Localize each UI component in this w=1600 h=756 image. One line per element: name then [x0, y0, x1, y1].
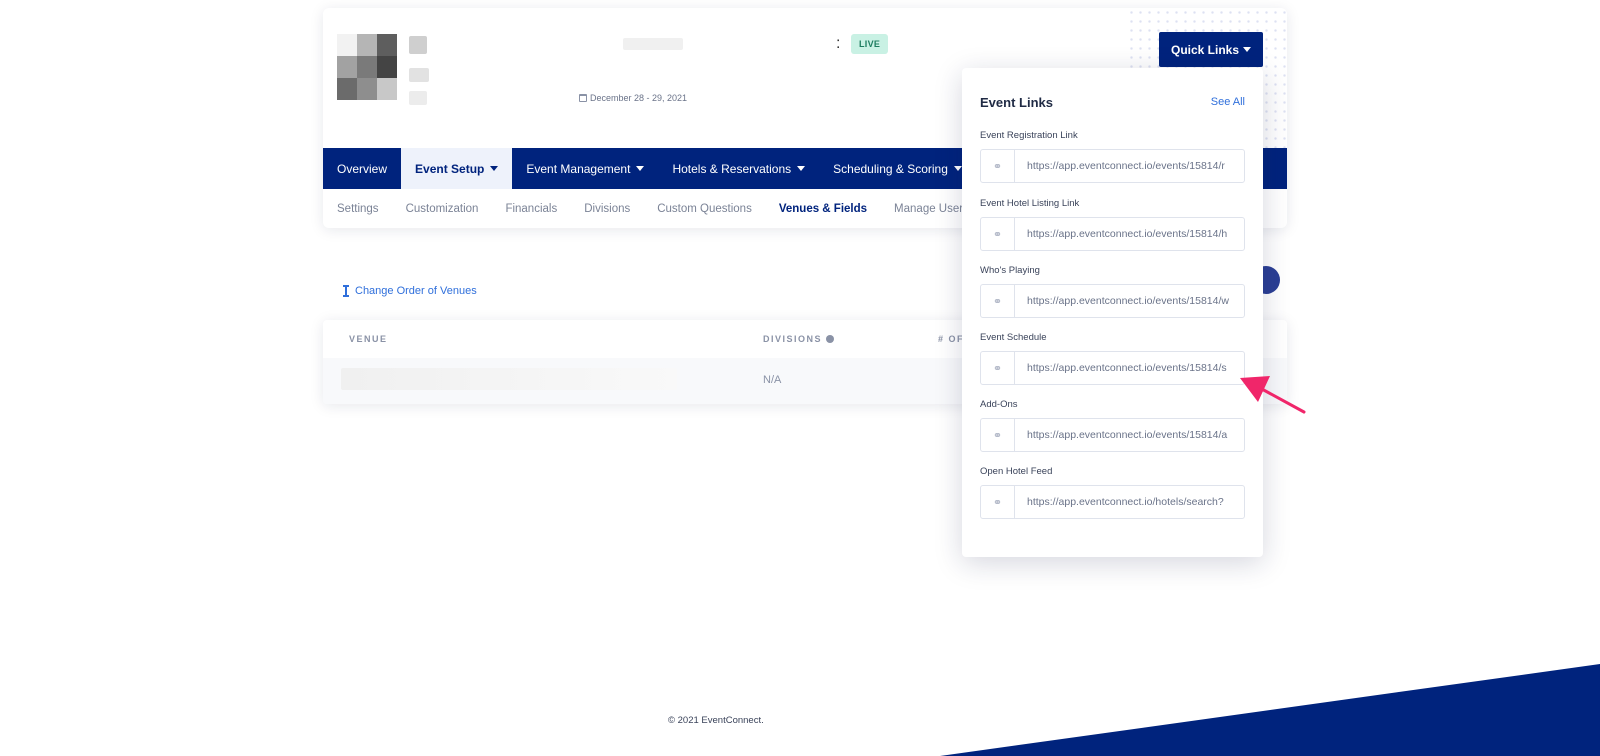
info-icon[interactable] — [826, 335, 835, 343]
event-link-input[interactable] — [1015, 362, 1244, 374]
subnav-item-manage-users[interactable]: Manage Users — [894, 203, 969, 215]
caret-down-icon — [490, 166, 499, 171]
event-link-group: Who's Playing ⚭ — [980, 265, 1245, 318]
event-link-group: Event Schedule ⚭ — [980, 332, 1245, 385]
event-link-label: Add-Ons — [980, 399, 1018, 410]
event-link-group: Event Hotel Listing Link ⚭ — [980, 198, 1245, 251]
count-column-header: # OF — [938, 334, 965, 344]
change-order-venues-link[interactable]: Change Order of Venues — [343, 285, 477, 297]
nav-item-event-setup[interactable]: Event Setup — [401, 148, 513, 189]
subnav-item-divisions[interactable]: Divisions — [584, 203, 630, 215]
event-link-field: ⚭ — [980, 217, 1245, 251]
link-icon[interactable]: ⚭ — [981, 150, 1015, 182]
link-icon[interactable]: ⚭ — [981, 285, 1015, 317]
event-link-field: ⚭ — [980, 418, 1245, 452]
event-links-panel: Event Links See All Event Registration L… — [962, 68, 1263, 557]
divisions-cell: N/A — [763, 374, 782, 386]
redacted-location — [409, 68, 429, 82]
caret-down-icon — [953, 166, 962, 171]
quick-links-button[interactable]: Quick Links — [1159, 32, 1263, 67]
subnav-item-custom-questions[interactable]: Custom Questions — [657, 203, 752, 215]
event-date-text: December 28 - 29, 2021 — [590, 93, 688, 103]
see-all-link[interactable]: See All — [1211, 96, 1245, 108]
link-icon[interactable]: ⚭ — [981, 486, 1015, 518]
caret-down-icon — [636, 166, 645, 171]
nav-item-scheduling-scoring[interactable]: Scheduling & Scoring — [819, 148, 976, 189]
event-logo — [337, 34, 397, 100]
nav-item-label: Event Management — [526, 161, 631, 176]
redacted-venue — [409, 91, 427, 105]
event-link-label: Event Registration Link — [980, 130, 1078, 141]
link-icon[interactable]: ⚭ — [981, 419, 1015, 451]
footer-copyright: © 2021 EventConnect. — [668, 715, 764, 726]
event-link-group: Add-Ons ⚭ — [980, 399, 1245, 452]
quick-links-label: Quick Links — [1170, 42, 1240, 57]
event-date: December 28 - 29, 2021 — [579, 93, 687, 103]
subnav-item-financials[interactable]: Financials — [505, 203, 557, 215]
redacted-venue-name — [341, 368, 677, 390]
link-icon[interactable]: ⚭ — [981, 352, 1015, 384]
event-link-group: Open Hotel Feed ⚭ — [980, 466, 1245, 519]
redacted-event-name — [409, 36, 427, 54]
event-link-group: Event Registration Link ⚭ — [980, 130, 1245, 183]
subnav-item-customization[interactable]: Customization — [406, 203, 479, 215]
caret-down-icon — [1243, 47, 1252, 52]
event-link-label: Who's Playing — [980, 265, 1040, 276]
title-separator: : — [836, 35, 841, 52]
event-link-input[interactable] — [1015, 429, 1244, 441]
calendar-icon — [579, 94, 587, 102]
nav-item-label: Overview — [337, 161, 388, 176]
event-links-title: Event Links — [980, 95, 1053, 110]
change-order-label: Change Order of Venues — [355, 285, 477, 297]
venue-column-header: VENUE — [349, 334, 388, 344]
event-link-field: ⚭ — [980, 485, 1245, 519]
status-badge: LIVE — [851, 34, 889, 54]
nav-item-overview[interactable]: Overview — [323, 148, 401, 189]
event-link-field: ⚭ — [980, 351, 1245, 385]
event-link-label: Event Hotel Listing Link — [980, 198, 1080, 209]
event-link-field: ⚭ — [980, 284, 1245, 318]
event-link-input[interactable] — [1015, 295, 1244, 307]
divisions-column-header: DIVISIONS — [763, 334, 835, 344]
nav-item-event-management[interactable]: Event Management — [512, 148, 658, 189]
nav-item-label: Scheduling & Scoring — [833, 161, 948, 176]
nav-item-hotels-reservations[interactable]: Hotels & Reservations — [658, 148, 819, 189]
subnav-item-venues-fields[interactable]: Venues & Fields — [779, 203, 867, 215]
event-link-label: Open Hotel Feed — [980, 466, 1053, 477]
link-icon[interactable]: ⚭ — [981, 218, 1015, 250]
event-link-input[interactable] — [1015, 160, 1244, 172]
subnav-item-settings[interactable]: Settings — [337, 203, 379, 215]
nav-item-label: Event Setup — [415, 161, 485, 176]
event-link-input[interactable] — [1015, 496, 1244, 508]
event-link-field: ⚭ — [980, 149, 1245, 183]
nav-item-label: Hotels & Reservations — [672, 161, 792, 176]
caret-down-icon — [797, 166, 806, 171]
annotation-arrow-icon — [1240, 376, 1306, 414]
event-link-input[interactable] — [1015, 228, 1244, 240]
event-link-label: Event Schedule — [980, 332, 1047, 343]
sort-icon — [343, 285, 349, 297]
redacted-event-name-line — [623, 38, 683, 50]
